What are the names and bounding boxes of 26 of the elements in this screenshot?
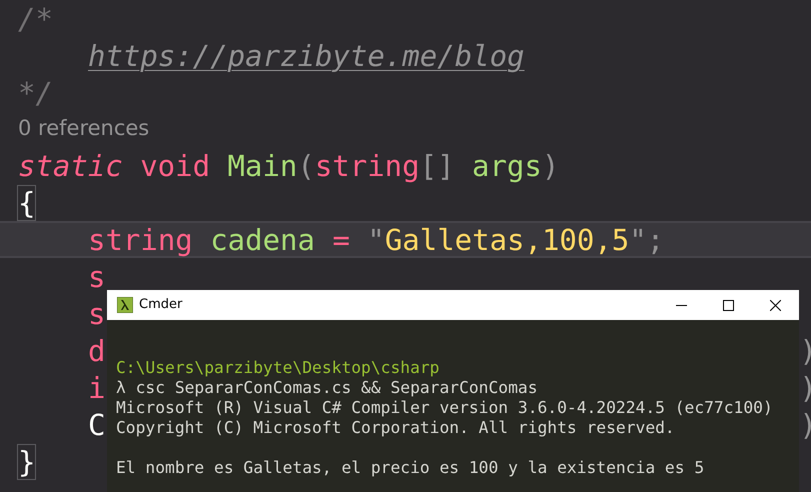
code-line: */ — [18, 76, 53, 110]
code-line: /* — [18, 2, 53, 36]
code-line: i — [88, 370, 106, 404]
maximize-icon[interactable] — [723, 300, 734, 310]
code-line: { — [18, 186, 36, 220]
terminal-line: C:\Users\parzibyte\Desktop\csharp — [116, 356, 440, 379]
codelens-text[interactable]: 0 references — [18, 113, 150, 145]
code-line: https://parzibyte.me/blog — [88, 38, 524, 72]
code-line: s — [88, 260, 106, 294]
code-line: C — [88, 408, 106, 442]
code-fragment: ) — [800, 370, 811, 404]
close-icon[interactable] — [770, 300, 781, 310]
terminal-line: Microsoft (R) Visual C# Compiler version 3.6.0-4.20224.5 (ec77c100) — [116, 396, 773, 419]
code-fragment: ) — [800, 334, 811, 368]
code-line: d — [88, 334, 106, 368]
lambda-icon — [117, 297, 133, 313]
code-fragment: ) — [800, 408, 811, 442]
code-line: string cadena = "Galletas,100,5"; — [88, 222, 664, 256]
code-line: static void Main(string[] args) — [18, 148, 560, 182]
terminal-line: Copyright (C) Microsoft Corporation. All rights reserved. — [116, 416, 675, 439]
terminal-line: El nombre es Galletas, el precio es 100 y la existencia es 5 — [116, 456, 704, 479]
minimize-icon[interactable] — [676, 304, 687, 306]
code-line: s — [88, 296, 106, 330]
window-title: Cmder — [139, 296, 182, 314]
terminal-line: λ csc SepararConComas.cs && SepararConComas — [116, 376, 538, 399]
code-line: } — [18, 444, 36, 478]
